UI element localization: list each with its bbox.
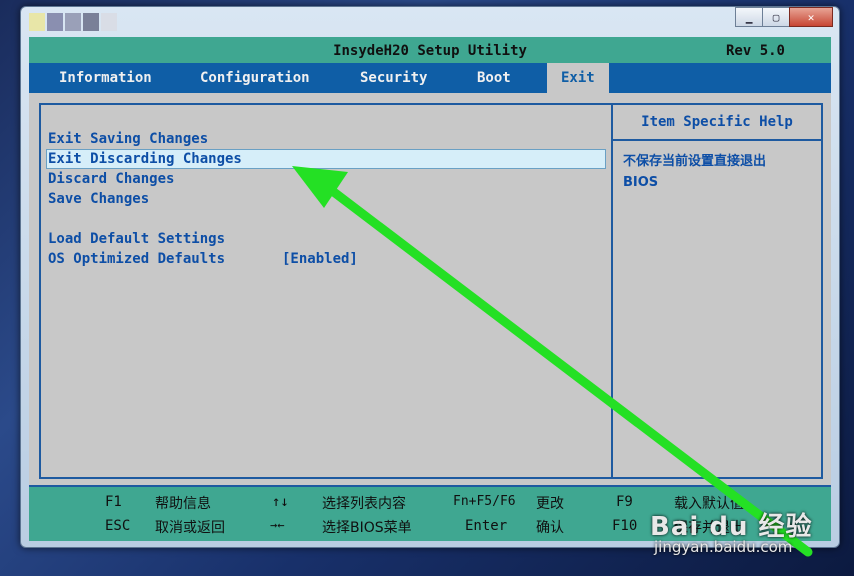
option-os-optimized[interactable]: OS Optimized Defaults [Enabled] (48, 249, 606, 269)
key-enter-desc: 确认 (536, 520, 564, 536)
maximize-button[interactable]: ▢ (762, 7, 789, 27)
key-updown: ↑↓ (272, 494, 289, 510)
help-title: Item Specific Help (613, 105, 821, 141)
option-discard-changes[interactable]: Discard Changes (48, 169, 606, 189)
app-window: ▁ ▢ ✕ InsydeH20 Setup Utility Rev 5.0 In… (20, 6, 840, 548)
tab-security[interactable]: Security (360, 70, 427, 86)
key-leftright-desc: 选择BIOS菜单 (322, 520, 412, 536)
option-os-optimized-label: OS Optimized Defaults (48, 251, 226, 267)
key-f9: F9 (616, 494, 633, 510)
watermark-url: jingyan.baidu.com (654, 538, 793, 556)
key-f1: F1 (105, 494, 122, 510)
key-esc-desc: 取消或返回 (155, 520, 225, 536)
exit-options-list: Exit Saving Changes Exit Discarding Chan… (46, 129, 606, 269)
bios-header: InsydeH20 Setup Utility Rev 5.0 (29, 37, 831, 63)
bios-revision: Rev 5.0 (725, 43, 785, 59)
key-leftright: →← (270, 518, 285, 532)
option-save-changes[interactable]: Save Changes (48, 189, 606, 209)
option-exit-discarding[interactable]: Exit Discarding Changes (46, 149, 606, 169)
option-exit-saving[interactable]: Exit Saving Changes (48, 129, 606, 149)
window-title-icon (29, 13, 117, 31)
key-fn-f5f6-desc: 更改 (536, 496, 564, 512)
help-text: 不保存当前设置直接退出 BIOS (623, 151, 813, 193)
key-fn-f5f6: Fn+F5/F6 (453, 494, 516, 509)
key-updown-desc: 选择列表内容 (322, 496, 406, 512)
minimize-button[interactable]: ▁ (735, 7, 762, 27)
option-os-optimized-value: [Enabled] (282, 251, 358, 267)
watermark: Bai du 经验 jingyan.baidu.com (650, 506, 813, 556)
key-enter: Enter (465, 518, 508, 534)
panel-divider (611, 105, 613, 477)
key-f1-desc: 帮助信息 (155, 496, 211, 512)
bios-menu-bar: Information Configuration Security Boot … (29, 63, 831, 93)
tab-configuration[interactable]: Configuration (200, 70, 310, 86)
bios-screen: InsydeH20 Setup Utility Rev 5.0 Informat… (29, 37, 831, 541)
tab-exit[interactable]: Exit (547, 63, 609, 93)
key-esc: ESC (105, 518, 131, 534)
help-text-line2: BIOS (623, 175, 659, 190)
key-f10: F10 (612, 518, 638, 534)
help-text-line1: 不保存当前设置直接退出 (623, 154, 767, 169)
bios-title: InsydeH20 Setup Utility (333, 43, 527, 59)
close-button[interactable]: ✕ (789, 7, 833, 27)
tab-boot[interactable]: Boot (477, 70, 511, 86)
option-load-default[interactable]: Load Default Settings (48, 229, 606, 249)
exit-panel: Exit Saving Changes Exit Discarding Chan… (39, 103, 823, 479)
tab-information[interactable]: Information (59, 70, 152, 86)
